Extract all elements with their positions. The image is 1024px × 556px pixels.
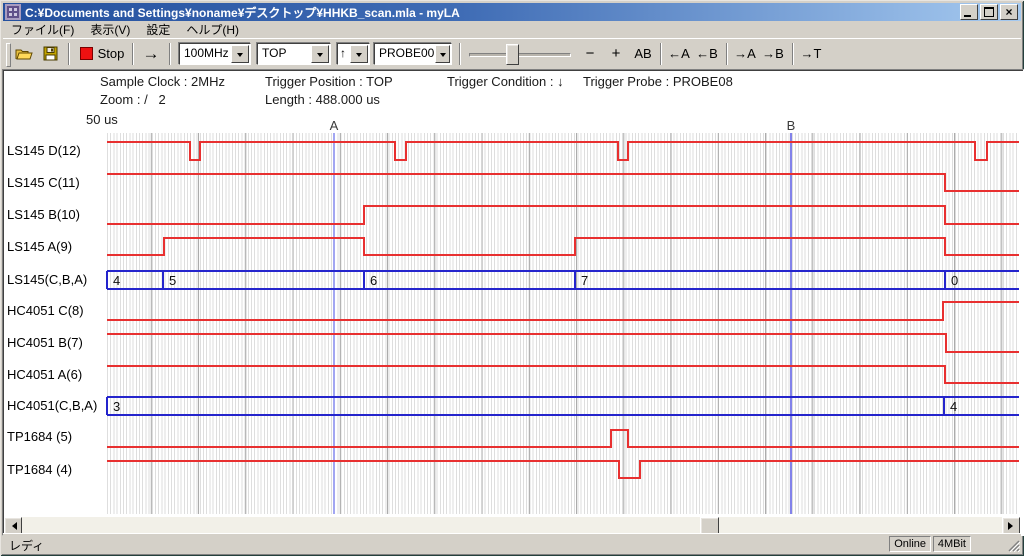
- channel-label[interactable]: LS145 A(9): [7, 239, 72, 254]
- run-arrow-icon: →: [143, 44, 160, 64]
- channel-label[interactable]: HC4051 B(7): [7, 335, 83, 350]
- set-cursor-a-button[interactable]: →A: [731, 42, 759, 65]
- app-window: C:¥Documents and Settings¥noname¥デスクトップ¥…: [0, 0, 1024, 556]
- toolbar-separator: [68, 43, 70, 65]
- triangle-right-icon: [1008, 522, 1017, 530]
- status-bar: レディ Online 4MBit: [3, 533, 1021, 553]
- status-online-badge: Online: [889, 536, 931, 552]
- channel-label[interactable]: LS145 C(11): [7, 175, 80, 190]
- channel-label[interactable]: TP1684 (4): [7, 462, 72, 477]
- trigger-condition-info: Trigger Condition : ↓: [447, 74, 564, 89]
- dropdown-button[interactable]: [435, 45, 450, 63]
- chevron-down-icon: [440, 53, 446, 60]
- maximize-icon: [984, 7, 994, 17]
- resize-grip-icon[interactable]: [1007, 539, 1020, 552]
- status-memory-badge: 4MBit: [933, 536, 971, 552]
- toolbar-separator: [660, 43, 662, 65]
- menu-bar: ファイル(F) 表示(V) 設定 ヘルプ(H): [3, 21, 1021, 38]
- channel-label[interactable]: HC4051 A(6): [7, 367, 82, 382]
- trigger-probe-select[interactable]: PROBE00: [374, 43, 452, 65]
- set-cursor-b-button[interactable]: →B: [759, 42, 787, 65]
- toolbar-grip: [6, 43, 11, 67]
- horizontal-scrollbar[interactable]: [4, 517, 1020, 533]
- goto-trigger-button[interactable]: →T: [797, 42, 825, 65]
- zoom-out-button[interactable]: −: [578, 42, 602, 65]
- dropdown-button[interactable]: [311, 45, 329, 63]
- menu-settings[interactable]: 設定: [138, 20, 178, 39]
- zoom-info: Zoom : / 2: [100, 92, 166, 107]
- toolbar-separator: [169, 43, 171, 65]
- status-ready-text: レディ: [9, 537, 44, 554]
- run-button[interactable]: →: [137, 42, 165, 65]
- stop-button[interactable]: Stop: [75, 42, 129, 65]
- save-file-button[interactable]: [38, 42, 62, 65]
- chevron-down-icon: [237, 53, 243, 60]
- channel-label[interactable]: LS145(C,B,A): [7, 272, 87, 287]
- minimize-button[interactable]: [960, 4, 978, 20]
- dropdown-button[interactable]: [231, 45, 249, 63]
- cursor-b-label[interactable]: B: [787, 118, 796, 133]
- trigger-edge-select[interactable]: ↑: [337, 43, 370, 65]
- toolbar: Stop → 100MHz TOP ↑ PROBE00 − + AB: [3, 38, 1021, 69]
- length-info: Length : 488.000 us: [265, 92, 380, 107]
- menu-file[interactable]: ファイル(F): [3, 20, 82, 39]
- chevron-down-icon: [356, 53, 362, 60]
- open-folder-icon: [15, 46, 33, 62]
- channel-label[interactable]: HC4051 C(8): [7, 303, 84, 318]
- save-floppy-icon: [43, 46, 58, 61]
- open-file-button[interactable]: [12, 42, 36, 65]
- channel-label[interactable]: LS145 B(10): [7, 207, 80, 222]
- channel-label[interactable]: TP1684 (5): [7, 429, 72, 444]
- zoom-slider-track[interactable]: [469, 53, 571, 57]
- close-button[interactable]: ×: [1000, 4, 1018, 20]
- toolbar-separator: [459, 43, 461, 65]
- goto-cursor-a-button[interactable]: ←A: [665, 42, 693, 65]
- cursor-a-label[interactable]: A: [330, 118, 339, 133]
- ab-range-button[interactable]: AB: [629, 42, 657, 65]
- zoom-in-button[interactable]: +: [604, 42, 628, 65]
- trigger-position-select[interactable]: TOP: [257, 43, 331, 65]
- sample-clock-info: Sample Clock : 2MHz: [100, 74, 225, 89]
- minimize-icon: [964, 15, 971, 17]
- time-division-label: 50 us: [86, 112, 118, 127]
- goto-cursor-b-button[interactable]: ←B: [693, 42, 721, 65]
- stop-icon: [80, 47, 93, 60]
- title-bar: C:¥Documents and Settings¥noname¥デスクトップ¥…: [3, 3, 1021, 21]
- chevron-down-icon: [317, 53, 323, 60]
- sample-clock-select[interactable]: 100MHz: [179, 43, 251, 65]
- toolbar-separator: [726, 43, 728, 65]
- trigger-probe-info: Trigger Probe : PROBE08: [583, 74, 733, 89]
- menu-help[interactable]: ヘルプ(H): [178, 20, 247, 39]
- zoom-slider-handle[interactable]: [506, 44, 519, 65]
- app-icon: [5, 4, 21, 20]
- close-icon: ×: [1005, 7, 1012, 17]
- trigger-position-info: Trigger Position : TOP: [265, 74, 393, 89]
- window-title: C:¥Documents and Settings¥noname¥デスクトップ¥…: [25, 4, 960, 21]
- toolbar-separator: [792, 43, 794, 65]
- waveform-panel: [2, 69, 1024, 536]
- menu-view[interactable]: 表示(V): [82, 20, 138, 39]
- channel-label[interactable]: HC4051(C,B,A): [7, 398, 97, 413]
- maximize-button[interactable]: [980, 4, 998, 20]
- channel-label[interactable]: LS145 D(12): [7, 143, 81, 158]
- dropdown-button[interactable]: [350, 45, 368, 63]
- triangle-left-icon: [8, 522, 17, 530]
- toolbar-separator: [132, 43, 134, 65]
